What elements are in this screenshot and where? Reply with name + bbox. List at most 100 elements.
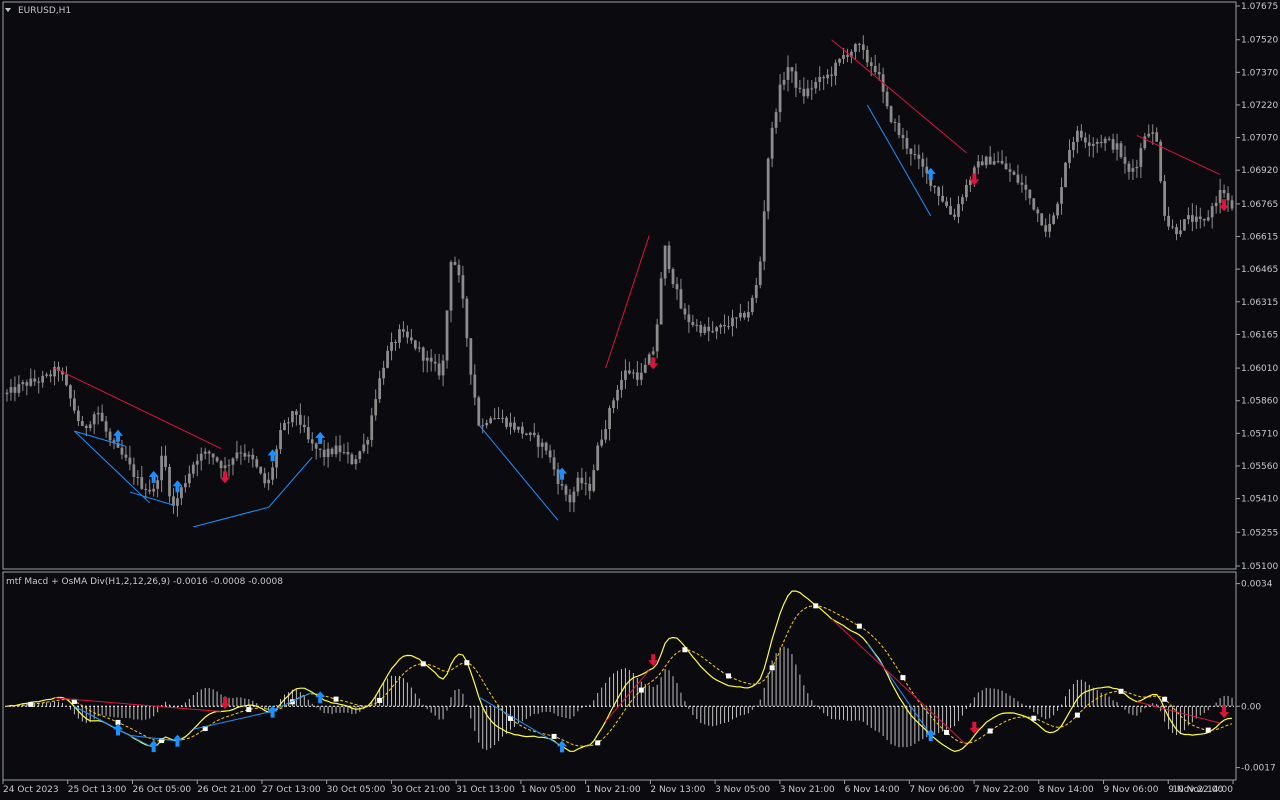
chart-terminal[interactable]: 1.07675 1.07520 1.07370 1.07220 1.07070 1.069… <box>0 0 1280 800</box>
candle-body <box>715 327 719 332</box>
candle-body <box>1171 226 1174 228</box>
candle-body <box>790 67 794 72</box>
price-tick-label: 1.06165 <box>1241 330 1278 340</box>
candle-body <box>1012 171 1016 175</box>
candle-body <box>893 122 897 124</box>
candle-body <box>723 325 726 327</box>
candle-body <box>322 449 326 458</box>
candle-body <box>552 457 556 470</box>
signal-marker <box>1205 727 1211 733</box>
candle-body <box>386 350 389 368</box>
signal-marker <box>987 728 993 734</box>
signal-marker <box>333 696 339 702</box>
symbol-title: EURUSD,H1 <box>18 6 71 16</box>
candle-body <box>798 87 802 89</box>
candle-body <box>528 432 532 435</box>
candle-body <box>782 79 786 85</box>
candle-body <box>152 488 156 492</box>
signal-marker <box>420 661 426 667</box>
signal-marker <box>28 701 34 707</box>
candle-body <box>1202 219 1206 221</box>
candle-body <box>187 473 191 484</box>
candle-body <box>1016 174 1020 183</box>
candle-body <box>631 372 635 374</box>
candle-body <box>168 466 171 497</box>
time-tick-label: 24 Oct 2023 <box>3 785 59 795</box>
candle-body <box>180 487 183 499</box>
candle-body <box>354 459 358 464</box>
candle-body <box>766 158 770 212</box>
candle-body <box>635 372 639 380</box>
candle-body <box>231 458 235 465</box>
time-tick-label: 30 Oct 05:00 <box>327 785 386 795</box>
candle-body <box>160 455 163 481</box>
candle-body <box>120 447 124 455</box>
candle-body <box>774 112 778 128</box>
candle-body <box>413 340 417 349</box>
candle-body <box>235 452 239 459</box>
candle-body <box>865 49 869 63</box>
candle-body <box>1076 130 1079 142</box>
candle-body <box>624 370 627 380</box>
price-tick-label: 1.06920 <box>1241 166 1278 176</box>
time-tick-label: 2 Nov 13:00 <box>650 785 705 795</box>
price-tick-label: 1.06010 <box>1241 364 1278 374</box>
candle-body <box>382 367 385 379</box>
candle-body <box>302 424 306 428</box>
candle-body <box>25 382 29 386</box>
candle-body <box>691 322 695 326</box>
candle-body <box>1020 182 1024 185</box>
candle-body <box>838 58 841 63</box>
candle-body <box>1190 215 1194 222</box>
signal-marker <box>1118 688 1124 694</box>
candle-body <box>996 160 1000 162</box>
candle-body <box>132 464 136 477</box>
candle-body <box>580 477 584 484</box>
candle-body <box>572 491 576 503</box>
candle-body <box>941 195 944 202</box>
candle-body <box>711 331 715 333</box>
candle-body <box>806 88 810 97</box>
candle-body <box>84 425 88 429</box>
candle-body <box>239 452 243 454</box>
candle-body <box>342 452 346 454</box>
candle-body <box>826 74 830 79</box>
candle-body <box>65 374 68 386</box>
time-tick-label: 1 Nov 21:00 <box>586 785 641 795</box>
indicator-tick-label: -0.0017 <box>1241 764 1276 774</box>
candle-body <box>429 357 433 362</box>
price-tick-label: 1.07675 <box>1241 2 1278 12</box>
candle-body <box>195 460 199 465</box>
candle-body <box>1147 133 1151 137</box>
candle-body <box>905 138 909 149</box>
candle-body <box>334 445 338 455</box>
candle-body <box>330 448 334 455</box>
candle-body <box>247 454 251 457</box>
candle-body <box>608 408 611 430</box>
signal-marker <box>813 603 819 609</box>
candle-body <box>295 411 298 415</box>
indicator-title: mtf Macd + OsMA Div(H1,2,12,26,9) -0.001… <box>6 577 283 587</box>
candle-body <box>984 156 988 166</box>
candle-body <box>1048 223 1052 232</box>
candle-body <box>520 426 524 434</box>
time-tick-label: 3 Nov 05:00 <box>715 785 770 795</box>
candle-body <box>1214 202 1218 207</box>
candle-body <box>707 326 711 332</box>
signal-marker <box>726 673 732 679</box>
signal-marker <box>1031 715 1037 721</box>
candle-body <box>695 324 699 326</box>
candle-body <box>505 417 508 427</box>
candle-body <box>402 329 405 332</box>
time-tick-label: 7 Nov 06:00 <box>909 785 964 795</box>
candle-body <box>965 184 968 198</box>
signal-marker <box>1162 696 1168 702</box>
candle-body <box>750 297 754 312</box>
signal-marker <box>595 740 601 746</box>
candle-body <box>568 494 572 503</box>
candle-body <box>362 444 366 452</box>
candle-body <box>275 449 278 468</box>
candle-body <box>647 354 651 365</box>
candle-body <box>667 245 671 270</box>
candle-body <box>441 360 445 376</box>
